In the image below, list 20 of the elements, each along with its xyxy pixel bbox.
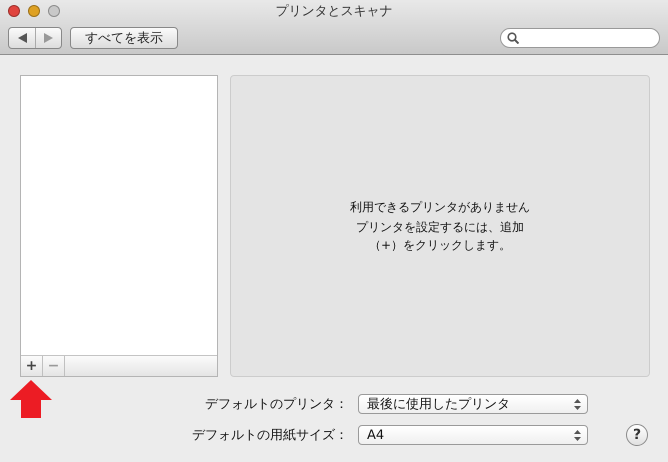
add-button[interactable]: +	[21, 356, 43, 376]
show-all-button[interactable]: すべてを表示	[70, 27, 178, 49]
help-button[interactable]: ?	[626, 424, 648, 446]
search-field[interactable]	[500, 28, 660, 48]
close-button[interactable]	[8, 5, 20, 17]
left-triangle-icon	[18, 33, 26, 43]
popup-menu[interactable]: 最後に使用したプリンタ	[358, 394, 588, 414]
setting-label: デフォルトの用紙サイズ：	[191, 427, 349, 444]
message-title: 利用できるプリンタがありません	[350, 198, 530, 216]
message-text: プリンタを設定するには、追加（+）をクリックします。	[355, 218, 525, 254]
setting-label: デフォルトのプリンタ：	[204, 396, 349, 413]
up-arrow-icon	[10, 380, 52, 418]
updown-icon	[574, 398, 581, 410]
updown-icon	[574, 430, 581, 440]
zoom-button[interactable]	[48, 5, 60, 17]
minimize-button[interactable]	[28, 5, 40, 17]
popup-menu[interactable]: A4	[358, 425, 588, 445]
window-title: プリンタとスキャナ	[276, 3, 392, 20]
right-triangle-icon	[44, 33, 53, 43]
search-icon	[507, 32, 519, 44]
